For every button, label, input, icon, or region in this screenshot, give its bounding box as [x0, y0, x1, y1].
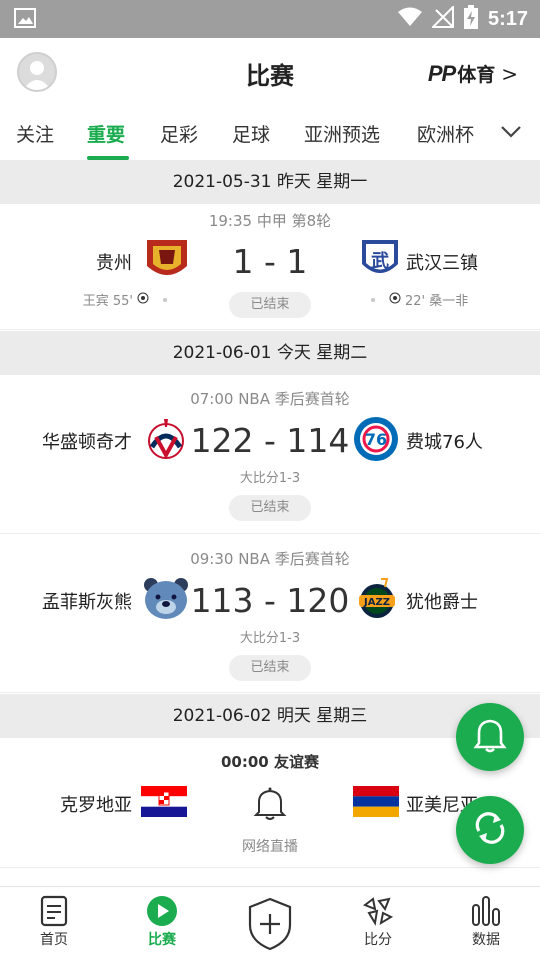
bell-icon	[472, 716, 508, 758]
tab-follow[interactable]: 关注	[16, 120, 54, 147]
status-badge: 已结束	[229, 292, 311, 318]
nav-scores-label: 比分	[364, 932, 392, 948]
date-header: 2021-05-31 昨天 星期一	[0, 160, 540, 204]
app-header: 比赛 PP 体育 >	[0, 38, 540, 106]
bell-icon[interactable]	[253, 786, 287, 822]
chevron-down-icon[interactable]	[500, 124, 522, 143]
refresh-button[interactable]	[456, 796, 524, 864]
shield-plus-icon	[230, 897, 310, 951]
match-meta: 09:30 NBA 季后赛首轮	[190, 550, 350, 568]
image-notification-icon	[14, 8, 36, 32]
away-scorer: 22' 桑一非	[371, 290, 468, 309]
bottom-nav: 首页 比赛 比分 数据	[0, 886, 540, 960]
match-meta: 00:00 友谊赛	[221, 753, 319, 771]
soccer-ball-icon	[389, 292, 401, 308]
team-logo: 76	[352, 415, 400, 463]
brand-text: 体育	[457, 64, 496, 86]
status-badge: 已结束	[229, 655, 311, 681]
divider-dot	[163, 297, 167, 302]
svg-text:76: 76	[365, 430, 387, 449]
notification-button[interactable]	[456, 703, 524, 771]
status-badge: 已结束	[229, 495, 311, 521]
tab-important[interactable]: 重要	[87, 120, 125, 147]
tab-asia-qualifiers[interactable]: 亚洲预选	[304, 120, 380, 147]
no-signal-icon	[430, 4, 454, 32]
match-card[interactable]: 19:35 中甲 第8轮 贵州 1 - 1 武 武汉三镇 王宾 55' 已结束 …	[0, 204, 540, 330]
status-bar: 5:17	[0, 0, 540, 38]
nav-home-label: 首页	[40, 932, 68, 948]
away-team-name: 武汉三镇	[406, 253, 478, 274]
nav-home[interactable]: 首页	[14, 895, 94, 949]
away-team-name: 犹他爵士	[406, 592, 478, 613]
document-icon	[14, 895, 94, 927]
home-scorer-text: 王宾 55'	[82, 294, 133, 309]
match-card[interactable]: 09:30 NBA 季后赛首轮 孟菲斯灰熊 113 - 120 JAZZ 犹他爵…	[0, 535, 540, 693]
date-header: 2021-06-01 今天 星期二	[0, 331, 540, 375]
category-tabs: 关注 重要 足彩 足球 亚洲预选 欧洲杯	[0, 106, 540, 160]
tab-euro-cup[interactable]: 欧洲杯	[417, 120, 474, 147]
chevron-right-icon: >	[501, 61, 518, 86]
soccer-ball-icon	[137, 292, 149, 308]
away-scorer-text: 22' 桑一非	[405, 294, 469, 309]
armenia-flag-icon	[353, 786, 399, 817]
team-logo: JAZZ	[353, 575, 401, 623]
divider-dot	[371, 297, 375, 302]
tab-lottery[interactable]: 足彩	[160, 120, 198, 147]
nav-scores[interactable]: 比分	[338, 895, 418, 949]
tab-football[interactable]: 足球	[232, 120, 270, 147]
svg-text:JAZZ: JAZZ	[363, 597, 390, 608]
home-scorer: 王宾 55'	[83, 290, 167, 309]
home-team-name: 克罗地亚	[60, 795, 132, 816]
nav-data-label: 数据	[472, 932, 500, 948]
match-meta: 19:35 中甲 第8轮	[208, 212, 332, 230]
brand-logo: PP	[427, 60, 456, 86]
nav-data[interactable]: 数据	[446, 895, 526, 949]
team-logo: 武	[356, 236, 404, 284]
away-team-name: 费城76人	[406, 432, 483, 453]
play-icon	[122, 895, 202, 927]
match-meta: 07:00 NBA 季后赛首轮	[190, 390, 350, 408]
wifi-icon	[397, 7, 422, 31]
nav-matches[interactable]: 比赛	[122, 895, 202, 949]
bar-chart-icon	[446, 895, 526, 927]
battery-charging-icon	[463, 5, 478, 33]
brand-link[interactable]: PP 体育 >	[428, 60, 518, 87]
nav-matches-label: 比赛	[148, 932, 176, 948]
series-score: 大比分1-3	[239, 631, 301, 646]
match-card[interactable]: 00:00 友谊赛 克罗地亚 亚美尼亚 网络直播	[0, 738, 540, 868]
svg-text:武: 武	[371, 251, 389, 272]
clock: 5:17	[487, 7, 528, 30]
score-icon	[338, 895, 418, 927]
refresh-icon	[471, 809, 509, 851]
series-score: 大比分1-3	[239, 471, 301, 486]
nav-center[interactable]	[230, 897, 310, 951]
match-card[interactable]: 07:00 NBA 季后赛首轮 华盛顿奇才 122 - 114 76 费城76人…	[0, 375, 540, 534]
croatia-flag-icon	[141, 786, 187, 817]
